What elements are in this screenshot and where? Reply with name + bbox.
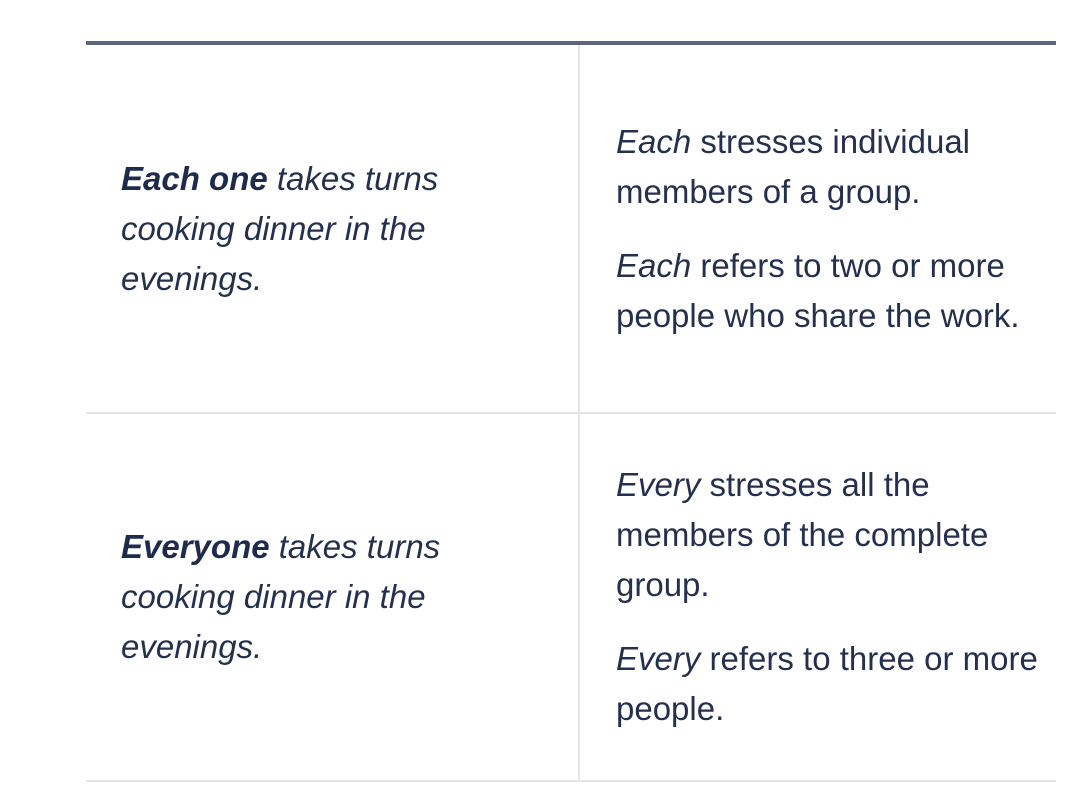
note-keyword: Every xyxy=(616,466,701,503)
explanation-note: Each refers to two or more people who sh… xyxy=(616,241,1046,341)
example-subject: Each one xyxy=(121,159,268,197)
example-cell: Each one takes turns cooking dinner in t… xyxy=(86,45,580,412)
grammar-comparison-table: Each one takes turns cooking dinner in t… xyxy=(86,41,1056,782)
table-row: Each one takes turns cooking dinner in t… xyxy=(86,45,1056,414)
example-sentence: Each one takes turns cooking dinner in t… xyxy=(121,154,558,304)
example-subject: Everyone xyxy=(121,528,270,565)
explanation-note: Each stresses individual members of a gr… xyxy=(616,117,1046,217)
table-row: Everyone takes turns cooking dinner in t… xyxy=(86,414,1056,782)
explanation-cell: Every stresses all the members of the co… xyxy=(580,414,1056,780)
note-keyword: Each xyxy=(616,122,692,160)
example-cell: Everyone takes turns cooking dinner in t… xyxy=(86,414,580,780)
explanation-cell: Each stresses individual members of a gr… xyxy=(580,45,1056,412)
explanation-note: Every stresses all the members of the co… xyxy=(616,460,1046,610)
note-keyword: Each xyxy=(616,246,692,284)
example-sentence: Everyone takes turns cooking dinner in t… xyxy=(121,522,558,672)
note-keyword: Every xyxy=(616,640,701,677)
explanation-note: Every refers to three or more people. xyxy=(616,634,1046,734)
